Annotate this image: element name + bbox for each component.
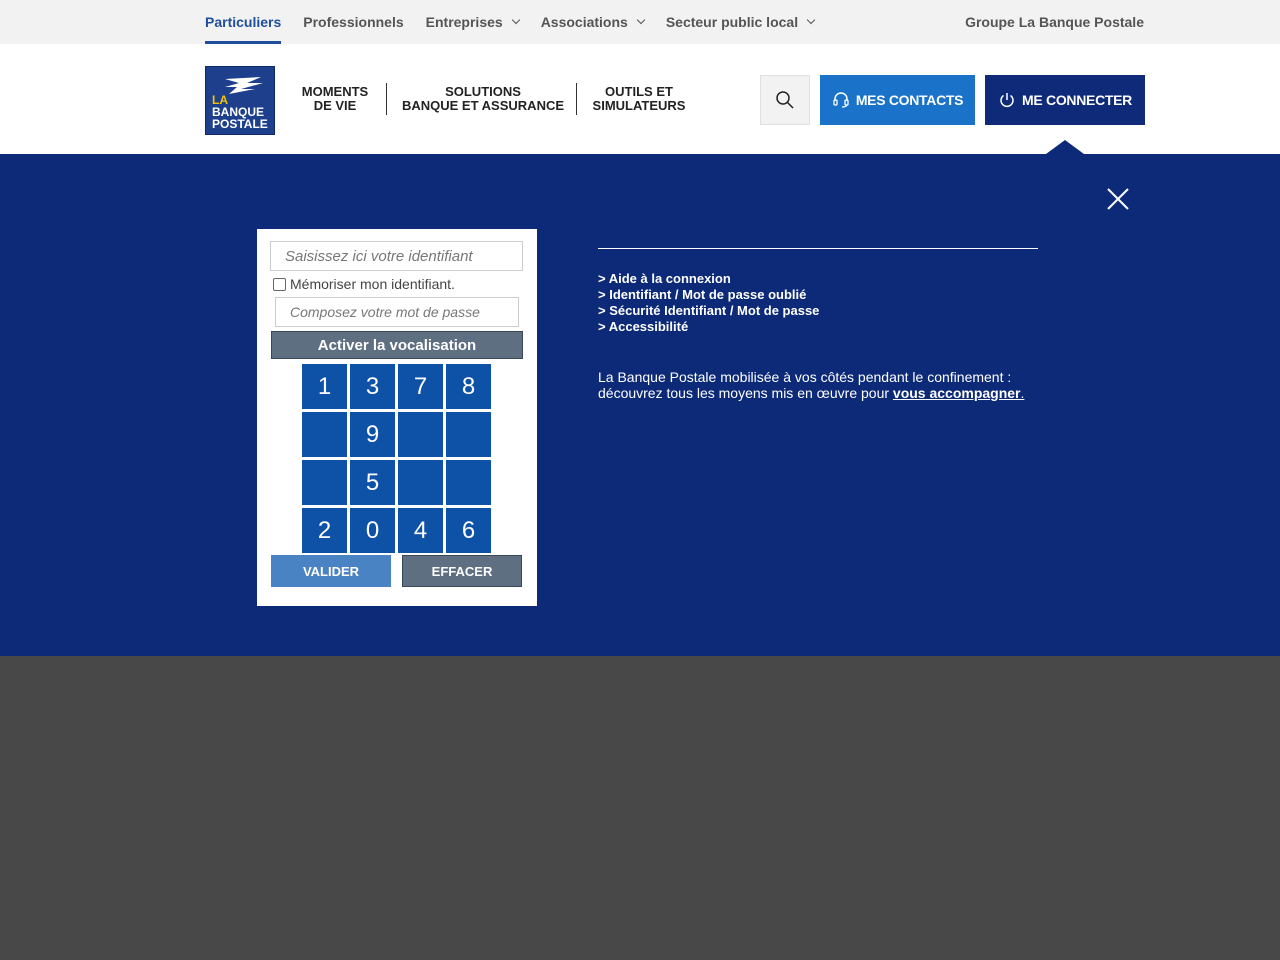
dropdown-caret — [1046, 140, 1084, 154]
remember-label: Mémoriser mon identifiant. — [290, 276, 455, 292]
mes-contacts-button[interactable]: MES CONTACTS — [820, 75, 975, 125]
keypad-key[interactable] — [398, 412, 443, 457]
valider-button[interactable]: VALIDER — [271, 555, 391, 587]
info-end: . — [1020, 385, 1025, 401]
help-column: > Aide à la connexion > Identifiant / Mo… — [598, 248, 1038, 401]
nav-solutions[interactable]: SOLUTIONS BANQUE ET ASSURANCE — [398, 83, 568, 115]
remember-checkbox[interactable] — [273, 277, 286, 291]
me-connecter-button[interactable]: ME CONNECTER — [985, 75, 1145, 125]
headset-icon — [833, 92, 849, 108]
keypad-key[interactable] — [446, 412, 491, 457]
nav-label-line: BANQUE ET ASSURANCE — [401, 98, 565, 113]
nav-divider — [386, 83, 387, 115]
help-link-aide-connexion[interactable]: > Aide à la connexion — [598, 271, 1038, 287]
activate-vocalisation-button[interactable]: Activer la vocalisation — [271, 331, 523, 359]
nav-label-line: SIMULATEURS — [592, 98, 686, 113]
keypad-key[interactable]: 1 — [302, 364, 347, 409]
search-button[interactable] — [760, 75, 810, 125]
nav-label-line: OUTILS ET — [605, 84, 673, 99]
keypad-key[interactable]: 4 — [398, 508, 443, 553]
keypad-key[interactable]: 2 — [302, 508, 347, 553]
help-link-identifiant-oublie[interactable]: > Identifiant / Mot de passe oublié — [598, 287, 1038, 303]
brand-logo[interactable]: LA BANQUE POSTALE — [205, 66, 275, 135]
keypad-key[interactable]: 9 — [350, 412, 395, 457]
remember-checkbox-row[interactable]: Mémoriser mon identifiant. — [273, 276, 455, 292]
keypad-key[interactable] — [302, 460, 347, 505]
info-message: La Banque Postale mobilisée à vos côtés … — [598, 369, 1038, 401]
keypad-key[interactable]: 3 — [350, 364, 395, 409]
nav-label-line: MOMENTS — [301, 84, 369, 99]
nav-divider — [576, 83, 577, 115]
divider-line — [598, 248, 1038, 249]
search-icon — [776, 91, 794, 109]
virtual-keypad: 1 3 7 8 9 5 2 0 4 6 — [302, 364, 492, 554]
password-input[interactable] — [275, 297, 519, 327]
chevron-down-icon — [636, 15, 646, 25]
segment-secteur-public[interactable]: Secteur public local — [665, 0, 816, 44]
me-connecter-label: ME CONNECTER — [1022, 92, 1132, 108]
logo-line-postale: POSTALE — [212, 117, 268, 131]
effacer-button[interactable]: EFFACER — [402, 555, 522, 587]
segment-professionnels[interactable]: Professionnels — [303, 0, 403, 44]
help-links: > Aide à la connexion > Identifiant / Mo… — [598, 271, 1038, 335]
segment-label: Associations — [540, 14, 628, 30]
keypad-key[interactable]: 7 — [398, 364, 443, 409]
segment-associations[interactable]: Associations — [540, 0, 646, 44]
keypad-key[interactable]: 0 — [350, 508, 395, 553]
segment-particuliers[interactable]: Particuliers — [205, 0, 282, 44]
chevron-down-icon — [511, 15, 520, 25]
login-panel: Mémoriser mon identifiant. Activer la vo… — [0, 154, 1280, 656]
bird-logo-icon — [225, 77, 263, 94]
help-link-accessibilite[interactable]: > Accessibilité — [598, 319, 1038, 335]
keypad-key[interactable] — [398, 460, 443, 505]
keypad-key[interactable] — [302, 412, 347, 457]
info-line: La Banque Postale mobilisée à vos côtés … — [598, 369, 1012, 385]
login-form: Mémoriser mon identifiant. Activer la vo… — [257, 229, 537, 606]
segment-entreprises[interactable]: Entreprises — [425, 0, 520, 44]
vous-accompagner-link[interactable]: vous accompagner — [893, 385, 1021, 401]
segment-label: Particuliers — [205, 14, 282, 30]
nav-outils[interactable]: OUTILS ET SIMULATEURS — [588, 83, 690, 115]
keypad-key[interactable]: 8 — [446, 364, 491, 409]
info-line: découvrez tous les moyens mis en œuvre p… — [598, 385, 893, 401]
main-header: LA BANQUE POSTALE MOMENTS DE VIE SOLUTIO… — [0, 44, 1280, 154]
keypad-key[interactable]: 6 — [446, 508, 491, 553]
power-icon — [1000, 93, 1014, 108]
help-link-securite[interactable]: > Sécurité Identifiant / Mot de passe — [598, 303, 1038, 319]
keypad-key[interactable] — [446, 460, 491, 505]
mes-contacts-label: MES CONTACTS — [855, 92, 964, 108]
close-icon[interactable] — [1105, 186, 1131, 212]
segment-label: Entreprises — [425, 14, 503, 30]
top-bar: Particuliers Professionnels Entreprises … — [0, 0, 1280, 44]
segment-label: Professionnels — [303, 14, 404, 30]
nav-label-line: SOLUTIONS — [445, 84, 521, 99]
segment-nav: Particuliers Professionnels Entreprises … — [205, 0, 836, 44]
groupe-link[interactable]: Groupe La Banque Postale — [965, 0, 1144, 44]
segment-label: Secteur public local — [665, 14, 799, 30]
keypad-key[interactable]: 5 — [350, 460, 395, 505]
nav-label-line: DE VIE — [313, 98, 357, 113]
chevron-down-icon — [806, 15, 816, 25]
nav-moments-de-vie[interactable]: MOMENTS DE VIE — [293, 83, 377, 115]
identifiant-input[interactable] — [270, 241, 523, 271]
